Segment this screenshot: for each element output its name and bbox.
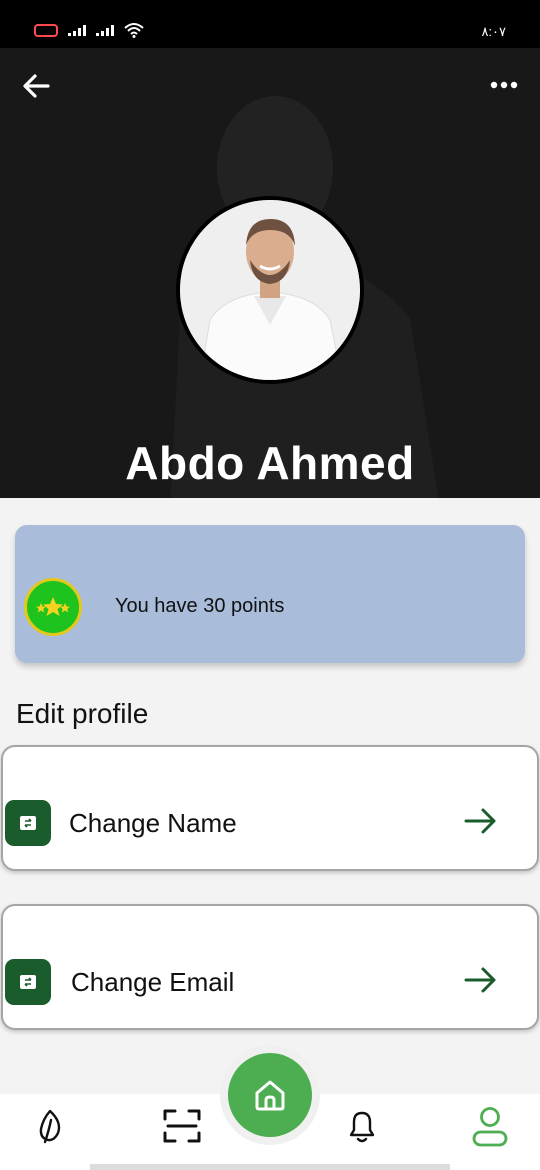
- leaf-icon: [39, 1109, 61, 1144]
- status-bar: ٨:٠٧: [0, 0, 540, 48]
- nav-scan-button[interactable]: [156, 1100, 208, 1152]
- battery-icon: [34, 23, 58, 37]
- nav-notifications-button[interactable]: [336, 1100, 388, 1152]
- status-time: ٨:٠٧: [481, 24, 506, 39]
- status-icons: [34, 22, 144, 38]
- arrow-right-icon: [464, 967, 496, 993]
- home-button[interactable]: [228, 1053, 312, 1137]
- nav-leaf-button[interactable]: [24, 1100, 76, 1152]
- home-icon: [255, 1080, 285, 1111]
- change-name-button[interactable]: Change Name: [1, 745, 539, 871]
- profile-name: Abdo Ahmed: [125, 437, 415, 489]
- change-email-button[interactable]: Change Email: [1, 904, 539, 1030]
- scan-icon: [163, 1109, 201, 1143]
- change-email-label: Change Email: [71, 967, 235, 997]
- arrow-right-icon: [464, 808, 496, 834]
- more-options-icon[interactable]: [486, 70, 522, 100]
- section-title: Edit profile: [16, 698, 149, 729]
- avatar-photo: [180, 200, 360, 380]
- profile-icon: [472, 1107, 508, 1147]
- edit-card-icon: [5, 800, 51, 846]
- avatar[interactable]: [176, 196, 364, 384]
- points-card[interactable]: You have 30 points: [15, 525, 525, 663]
- wifi-icon: [124, 23, 144, 38]
- stars-badge-icon: [24, 578, 82, 636]
- points-text: You have 30 points: [115, 595, 285, 617]
- gesture-bar: [90, 1164, 450, 1170]
- change-name-label: Change Name: [69, 808, 237, 838]
- signal-icon: [68, 24, 86, 36]
- bell-icon: [349, 1111, 375, 1143]
- signal-icon: [96, 24, 114, 36]
- back-arrow-icon[interactable]: [16, 66, 56, 106]
- nav-profile-button[interactable]: [464, 1100, 516, 1152]
- edit-card-icon: [5, 959, 51, 1005]
- profile-header: Abdo Ahmed: [0, 48, 540, 498]
